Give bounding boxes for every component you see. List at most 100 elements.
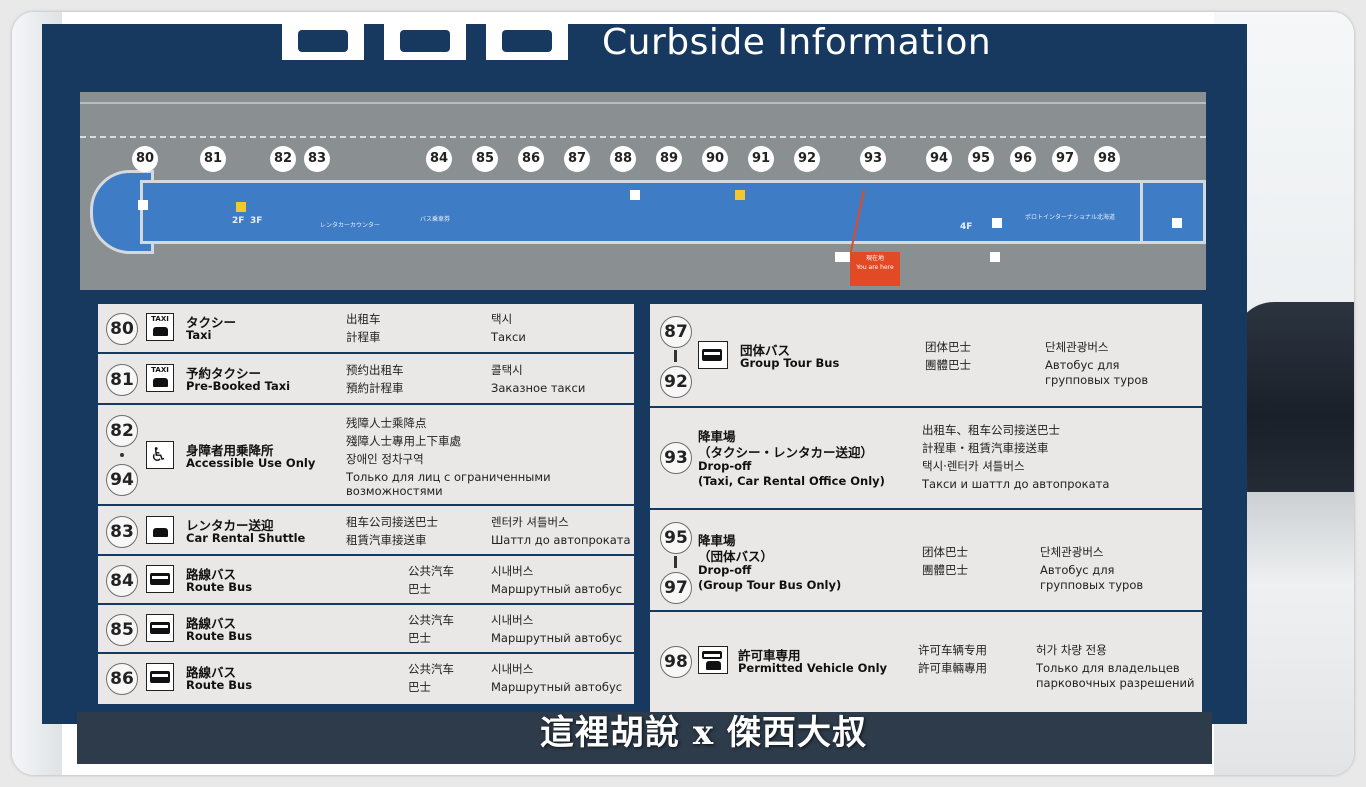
map-gate-91: 91 bbox=[748, 146, 774, 172]
label-en: Group Tour Bus bbox=[740, 356, 840, 370]
header-taxi-icon bbox=[384, 24, 466, 60]
map-terminal bbox=[140, 180, 1161, 244]
label-ru: Маршрутный автобус bbox=[491, 582, 623, 596]
info-row-85: 85 路線バス Route Bus 公共汽车 巴士 시내버스 Маршрутны… bbox=[98, 605, 634, 654]
car-rental-shuttle-icon bbox=[146, 516, 174, 544]
label-ko: 렌터카 셔틀버스 bbox=[491, 515, 569, 529]
elevator-icon bbox=[630, 190, 640, 200]
sign-header: Curbside Information bbox=[42, 22, 1247, 74]
label-en: Drop-off bbox=[698, 459, 752, 473]
map-gate-93: 93 bbox=[860, 146, 886, 172]
map-gate-94: 94 bbox=[926, 146, 952, 172]
gate-number-start: 95 bbox=[660, 522, 692, 554]
map-lane bbox=[80, 136, 1206, 138]
left-info-panel: 80 TAXI タクシー Taxi 出租车 計程車 택시 Такси 81 TA… bbox=[98, 304, 634, 704]
map-road bbox=[80, 102, 1206, 104]
map-gate-92: 92 bbox=[794, 146, 820, 172]
gate-number-end: 92 bbox=[660, 366, 692, 398]
gate-number: 98 bbox=[660, 646, 692, 678]
gate-number: 83 bbox=[106, 516, 138, 548]
info-row-87-92: 87 92 団体バス Group Tour Bus 团体巴士 團體巴士 단체관광… bbox=[650, 304, 1202, 408]
gate-number: 85 bbox=[106, 614, 138, 646]
label-zh-tw: 巴士 bbox=[408, 631, 431, 645]
label-en: Route Bus bbox=[186, 678, 253, 692]
map-gate-95: 95 bbox=[968, 146, 994, 172]
range-bar bbox=[674, 556, 677, 568]
you-are-here-jp: 現在地 bbox=[865, 255, 884, 262]
map-gate-81: 81 bbox=[200, 146, 226, 172]
info-row-95-97: 95 97 降車場 （団体バス） Drop-off (Group Tour Bu… bbox=[650, 510, 1202, 612]
label-zh-cn: 公共汽车 bbox=[408, 564, 454, 578]
info-row-82-94: 82 94 ♿ 身障者用乗降所 Accessible Use Only 残障人士… bbox=[98, 405, 634, 506]
elevator-icon bbox=[1172, 218, 1182, 228]
label-en: Car Rental Shuttle bbox=[186, 531, 306, 545]
label-ko: 택시·렌터카 셔틀버스 bbox=[922, 459, 1025, 473]
range-bar bbox=[674, 350, 677, 362]
label-zh-cn: 公共汽车 bbox=[408, 662, 454, 676]
elevator-icon bbox=[138, 200, 148, 210]
label-zh-tw: 巴士 bbox=[408, 582, 431, 596]
map-gate-85: 85 bbox=[472, 146, 498, 172]
gate-number-end: 94 bbox=[106, 464, 138, 496]
label-zh-tw: 許可車輛專用 bbox=[918, 661, 987, 675]
escalator-icon bbox=[735, 190, 745, 200]
map-gate-88: 88 bbox=[610, 146, 636, 172]
you-are-here-en: You are here bbox=[856, 264, 894, 271]
label-ko: 장애인 정차구역 bbox=[346, 452, 424, 466]
bus-icon bbox=[146, 663, 174, 691]
map-gate-90: 90 bbox=[702, 146, 728, 172]
label-ko: 시내버스 bbox=[491, 613, 534, 627]
map-label-2f: 2F bbox=[232, 216, 245, 226]
label-en: Accessible Use Only bbox=[186, 456, 316, 470]
label-ru: Такси bbox=[491, 330, 526, 344]
label-ru-2: возможностями bbox=[346, 484, 443, 498]
gate-number: 93 bbox=[660, 442, 692, 474]
label-en: Pre-Booked Taxi bbox=[186, 379, 291, 393]
label-en-2: (Taxi, Car Rental Office Only) bbox=[698, 474, 885, 488]
map-label-international: ポロトインターナショナル北海道 bbox=[1025, 214, 1116, 221]
bus-icon bbox=[146, 565, 174, 593]
label-ru-2: парковочных разрешений bbox=[1036, 676, 1195, 690]
map-terminal-right bbox=[1140, 180, 1206, 244]
map-gate-96: 96 bbox=[1010, 146, 1036, 172]
elevator-icon bbox=[990, 252, 1000, 262]
map-gate-84: 84 bbox=[426, 146, 452, 172]
gate-number: 80 bbox=[106, 313, 138, 345]
curbside-map: 80 81 82 83 84 85 86 87 88 89 90 91 92 93 94 95 96 97 98 レ… bbox=[80, 92, 1206, 290]
label-ko: 시내버스 bbox=[491, 662, 534, 676]
header-pictogram bbox=[282, 24, 364, 60]
map-label-4f: 4F bbox=[960, 222, 973, 232]
map-gate-97: 97 bbox=[1052, 146, 1078, 172]
label-en: Route Bus bbox=[186, 580, 253, 594]
info-row-80: 80 TAXI タクシー Taxi 出租车 計程車 택시 Такси bbox=[98, 304, 634, 354]
label-ru-2: групповых туров bbox=[1040, 578, 1144, 592]
label-ko: 허가 차량 전용 bbox=[1036, 643, 1107, 657]
label-zh-tw: 巴士 bbox=[408, 680, 431, 694]
photo-frame: Curbside Information 80 81 82 83 84 85 86 87 88 8… bbox=[12, 12, 1354, 775]
label-zh-cn: 预约出租车 bbox=[346, 363, 404, 377]
you-are-here-marker: 現在地 You are here bbox=[850, 252, 900, 286]
label-en: Route Bus bbox=[186, 629, 253, 643]
label-zh-tw: 團體巴士 bbox=[925, 358, 971, 372]
label-en-2: (Group Tour Bus Only) bbox=[698, 578, 842, 592]
label-zh-tw: 計程車 bbox=[346, 330, 381, 344]
map-label-bus-ticket: バス乗車券 bbox=[420, 216, 451, 223]
gate-number-start: 82 bbox=[106, 415, 138, 447]
label-zh-cn: 租车公司接送巴士 bbox=[346, 515, 438, 529]
label-ru: Маршрутный автобус bbox=[491, 631, 623, 645]
label-ru-2: групповых туров bbox=[1045, 373, 1149, 387]
label-zh-cn: 公共汽车 bbox=[408, 613, 454, 627]
bus-icon bbox=[146, 614, 174, 642]
label-en: Permitted Vehicle Only bbox=[738, 661, 888, 675]
map-gate-87: 87 bbox=[564, 146, 590, 172]
map-gate-83: 83 bbox=[304, 146, 330, 172]
gate-number: 81 bbox=[106, 364, 138, 396]
label-ru: Заказное такси bbox=[491, 381, 586, 395]
gate-number: 86 bbox=[106, 663, 138, 695]
label-en: Taxi bbox=[186, 328, 212, 342]
label-zh-tw: 計程車・租賃汽車接送車 bbox=[922, 441, 1049, 455]
label-ko: 단체관광버스 bbox=[1040, 545, 1104, 559]
map-gate-98: 98 bbox=[1094, 146, 1120, 172]
curbside-sign: Curbside Information 80 81 82 83 84 85 86 87 88 8… bbox=[42, 22, 1247, 724]
label-ru: Шаттл до автопроката bbox=[491, 533, 631, 547]
